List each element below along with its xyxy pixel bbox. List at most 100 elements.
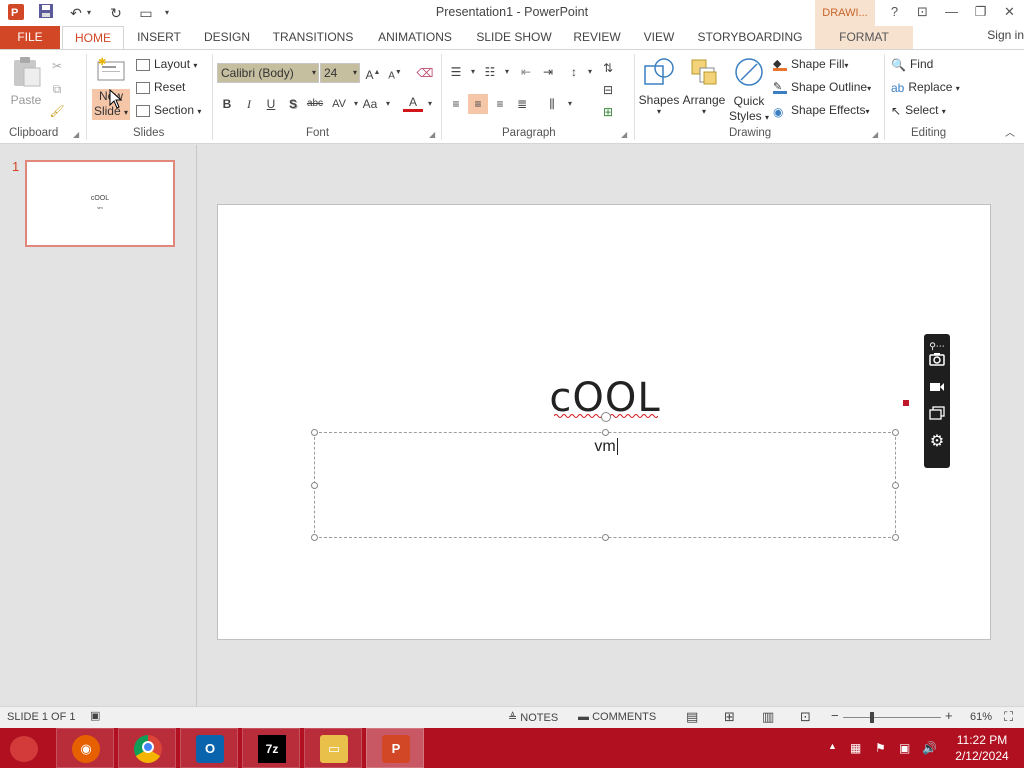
copy-icon[interactable]: ⧉ <box>47 79 67 99</box>
font-name-box[interactable]: Calibri (Body) ▾ <box>217 63 319 83</box>
drawing-dialog-launcher-icon[interactable]: ◢ <box>872 130 878 139</box>
resize-handle-bottom[interactable] <box>602 534 609 541</box>
columns-dropdown-icon[interactable]: ▾ <box>560 94 580 114</box>
firefox-taskbar-button[interactable]: ◉ <box>56 728 114 768</box>
numbering-dropdown-icon[interactable]: ▾ <box>497 62 517 82</box>
tab-insert[interactable]: INSERT <box>130 26 188 50</box>
help-button[interactable]: ? <box>880 0 909 26</box>
font-dialog-launcher-icon[interactable]: ◢ <box>429 130 435 139</box>
align-text-icon[interactable]: ⊟ <box>598 80 618 100</box>
normal-view-icon[interactable]: ▤ <box>686 709 698 725</box>
tab-home[interactable]: HOME <box>62 26 124 51</box>
cut-icon[interactable]: ✂ <box>47 56 67 76</box>
sign-in-link[interactable]: Sign in <box>987 26 1024 44</box>
zoom-slider-thumb[interactable] <box>870 712 874 723</box>
increase-font-size-icon[interactable]: A▲ <box>363 63 383 83</box>
camera-icon[interactable] <box>927 352 947 372</box>
replace-button[interactable]: ab Replace ▾ <box>891 80 960 95</box>
convert-to-smartart-icon[interactable]: ⊞ <box>598 102 618 122</box>
tab-review[interactable]: REVIEW <box>566 26 628 50</box>
tab-storyboarding[interactable]: STORYBOARDING <box>692 26 808 50</box>
zoom-level[interactable]: 61% <box>970 711 992 723</box>
close-button[interactable]: ✕ <box>995 0 1024 26</box>
shape-outline-button[interactable]: ✎ Shape Outline▾ <box>773 80 871 94</box>
reading-view-icon[interactable]: ▥ <box>762 709 774 725</box>
tab-transitions[interactable]: TRANSITIONS <box>266 26 360 50</box>
slide-subtitle[interactable]: vm​ <box>315 438 897 456</box>
text-direction-icon[interactable]: ⇅ <box>598 58 618 78</box>
reset-button[interactable]: Reset <box>136 80 185 94</box>
shape-effects-button[interactable]: ◉ Shape Effects▾ <box>773 103 870 119</box>
align-left-icon[interactable]: ≡ <box>446 94 466 114</box>
font-name-dropdown-icon[interactable]: ▾ <box>312 64 316 82</box>
change-case-button[interactable]: Aa <box>360 94 380 114</box>
format-painter-icon[interactable]: 🖌 <box>47 101 67 121</box>
font-color-dropdown-icon[interactable]: ▾ <box>420 94 440 114</box>
start-button-icon[interactable] <box>10 736 38 762</box>
network-icon[interactable]: ▦ <box>850 741 861 755</box>
resize-handle-bottom-left[interactable] <box>311 534 318 541</box>
decrease-indent-icon[interactable]: ⇤ <box>516 62 536 82</box>
slideshow-view-icon[interactable]: ⊡ <box>800 709 811 725</box>
slide-thumbnail-1[interactable]: cOOL vm <box>25 160 175 247</box>
resize-handle-left[interactable] <box>311 482 318 489</box>
7zip-taskbar-button[interactable]: 7z <box>242 728 300 768</box>
action-center-flag-icon[interactable]: ⚑ <box>875 741 886 755</box>
spelling-check-icon[interactable]: ▣ <box>90 709 100 722</box>
font-size-box[interactable]: 24 ▾ <box>320 63 360 83</box>
windows-icon[interactable] <box>927 406 947 426</box>
section-button[interactable]: Section ▾ <box>136 103 201 117</box>
decrease-font-size-icon[interactable]: A▼ <box>385 63 405 83</box>
minimize-button[interactable]: — <box>937 0 966 26</box>
slide-sorter-view-icon[interactable]: ⊞ <box>724 709 735 725</box>
tab-slide-show[interactable]: SLIDE SHOW <box>470 26 558 50</box>
underline-button[interactable]: U <box>261 94 281 114</box>
outlook-taskbar-button[interactable]: O <box>180 728 238 768</box>
tab-animations[interactable]: ANIMATIONS <box>368 26 462 50</box>
zoom-slider[interactable] <box>843 717 941 718</box>
select-button[interactable]: ↖ Select ▾ <box>891 103 946 118</box>
text-shadow-button[interactable]: S <box>283 94 303 114</box>
resize-handle-bottom-right[interactable] <box>892 534 899 541</box>
clipboard-dialog-launcher-icon[interactable]: ◢ <box>73 130 79 139</box>
find-button[interactable]: 🔍 Find <box>891 57 933 72</box>
subtitle-placeholder[interactable]: vm​ <box>311 412 899 541</box>
zoom-in-button[interactable]: + <box>945 708 953 723</box>
resize-handle-top-right[interactable] <box>892 429 899 436</box>
ribbon-display-options-button[interactable]: ⊡ <box>908 0 937 26</box>
system-clock[interactable]: 11:22 PM 2/12/2024 <box>944 732 1020 764</box>
shape-fill-button[interactable]: ◆ Shape Fill▾ <box>773 57 848 71</box>
powerpoint-taskbar-button[interactable]: P <box>366 728 424 768</box>
paste-button[interactable]: Paste <box>8 56 44 107</box>
chrome-taskbar-button[interactable] <box>118 728 176 768</box>
video-camera-icon[interactable] <box>927 379 947 399</box>
resize-handle-right[interactable] <box>892 482 899 489</box>
layout-button[interactable]: Layout ▾ <box>136 57 197 71</box>
resize-handle-top[interactable] <box>602 429 609 436</box>
italic-button[interactable]: I <box>239 94 259 114</box>
rotate-handle-icon[interactable] <box>601 412 611 422</box>
paragraph-dialog-launcher-icon[interactable]: ◢ <box>621 130 627 139</box>
quick-styles-button[interactable]: Quick Styles ▾ <box>728 56 770 125</box>
file-explorer-taskbar-button[interactable]: ▭ <box>304 728 362 768</box>
display-icon[interactable]: ▣ <box>899 741 910 755</box>
center-icon[interactable]: ≡ <box>468 94 488 114</box>
show-hidden-icons-icon[interactable]: ▲ <box>828 741 837 751</box>
tab-file[interactable]: FILE <box>0 26 60 50</box>
justify-icon[interactable]: ≣ <box>512 94 532 114</box>
clear-formatting-icon[interactable]: ⌫ <box>415 63 435 83</box>
font-size-dropdown-icon[interactable]: ▾ <box>353 64 357 82</box>
gear-icon[interactable]: ⚙ <box>927 432 947 452</box>
tab-view[interactable]: VIEW <box>636 26 682 50</box>
notes-button[interactable]: ≜ NOTES <box>508 711 558 724</box>
columns-icon[interactable]: ⫼ <box>542 94 562 114</box>
bold-button[interactable]: B <box>217 94 237 114</box>
slide-canvas[interactable]: cOOL vm​ <box>217 204 991 640</box>
strikethrough-button[interactable]: abc <box>305 94 325 114</box>
zoom-out-button[interactable]: − <box>831 708 839 723</box>
tab-design[interactable]: DESIGN <box>196 26 258 50</box>
fit-slide-icon[interactable]: ⛶ <box>1004 709 1013 725</box>
volume-icon[interactable]: 🔊 <box>922 741 937 755</box>
change-case-dropdown-icon[interactable]: ▾ <box>378 94 398 114</box>
tab-format[interactable]: FORMAT <box>815 26 913 50</box>
